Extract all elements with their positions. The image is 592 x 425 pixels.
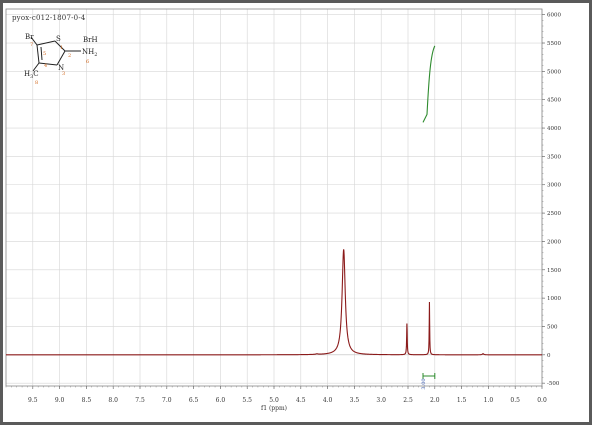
atom-number: 2 [68,53,71,59]
x-tick-label: 9.5 [28,397,38,404]
y-tick-label: 6000 [547,13,561,19]
x-tick-label: 7.5 [135,397,145,404]
integral-curve [422,45,436,123]
y-tick-label: 500 [547,324,558,330]
atom-number: 8 [35,80,38,86]
atom-number: 4 [44,63,47,69]
salt-hbr: BrH [83,36,98,44]
integral-bracket: 3.00 [421,373,436,390]
atom-number: 1 [60,45,63,51]
x-tick-label: 6.5 [189,397,199,404]
y-tick-label: 1500 [547,268,561,274]
y-tick-label: 0 [547,353,551,359]
y-tick-label: 5000 [547,69,561,75]
atom-ch3: H3C [24,70,39,80]
x-tick-label: 1.5 [457,397,467,404]
atom-br: Br [25,33,34,41]
atom-s: S [56,35,61,43]
y-tick-label: 2500 [547,211,561,217]
atom-number: 5 [43,51,46,57]
atom-number: 6 [86,59,89,65]
y-tick-label: 4500 [547,98,561,104]
x-tick-label: 3.5 [350,397,360,404]
x-axis: 9.5 9.0 8.5 8.0 7.5 7.0 6.5 6.0 5.5 5.0 4.5 4.0 3.5 3… [5,386,547,404]
x-tick-label: 4.0 [323,397,333,404]
x-tick-label: 8.5 [82,397,92,404]
atom-number: 3 [62,71,65,77]
y-tick-label: 4000 [547,126,561,132]
chemical-structure: Br S N NH2 H3C BrH 7 1 2 3 4 5 6 8 [24,33,98,86]
y-tick-label: 2000 [547,239,561,245]
x-tick-label: 8.0 [108,397,118,404]
y-tick-label: -500 [547,381,560,387]
x-tick-label: 3.0 [376,397,386,404]
x-tick-label: 4.5 [296,397,306,404]
x-tick-label: 9.0 [55,397,65,404]
y-tick-label: 1000 [547,296,561,302]
y-tick-label: 3000 [547,183,561,189]
x-tick-label: 2.0 [430,397,440,404]
x-tick-label: 7.0 [162,397,172,404]
atom-number: 7 [30,42,33,48]
x-tick-label: 0.0 [537,397,547,404]
x-tick-label: 2.5 [403,397,413,404]
x-tick-label: 5.0 [269,397,279,404]
integral-value: 3.00 [421,378,427,389]
x-axis-label: f1 (ppm) [261,405,287,412]
x-tick-label: 1.0 [484,397,494,404]
sample-id: pyox-c012-1807-0-4 [12,14,86,22]
x-tick-label: 5.5 [242,397,252,404]
y-axis: -500 0 500 1000 1500 2000 2500 3000 3500 4000 4500… [542,13,561,387]
atom-nh2: NH2 [82,48,97,58]
spectrum-sheet: 3.00 9.5 9.0 8.5 8.0 7.5 7.0 6.5 6.0 5.5 5.0 4.5 4.… [3,3,589,422]
y-tick-label: 3500 [547,154,561,160]
x-tick-label: 6.0 [216,397,226,404]
x-tick-label: 0.5 [510,397,520,404]
y-tick-label: 5500 [547,41,561,47]
